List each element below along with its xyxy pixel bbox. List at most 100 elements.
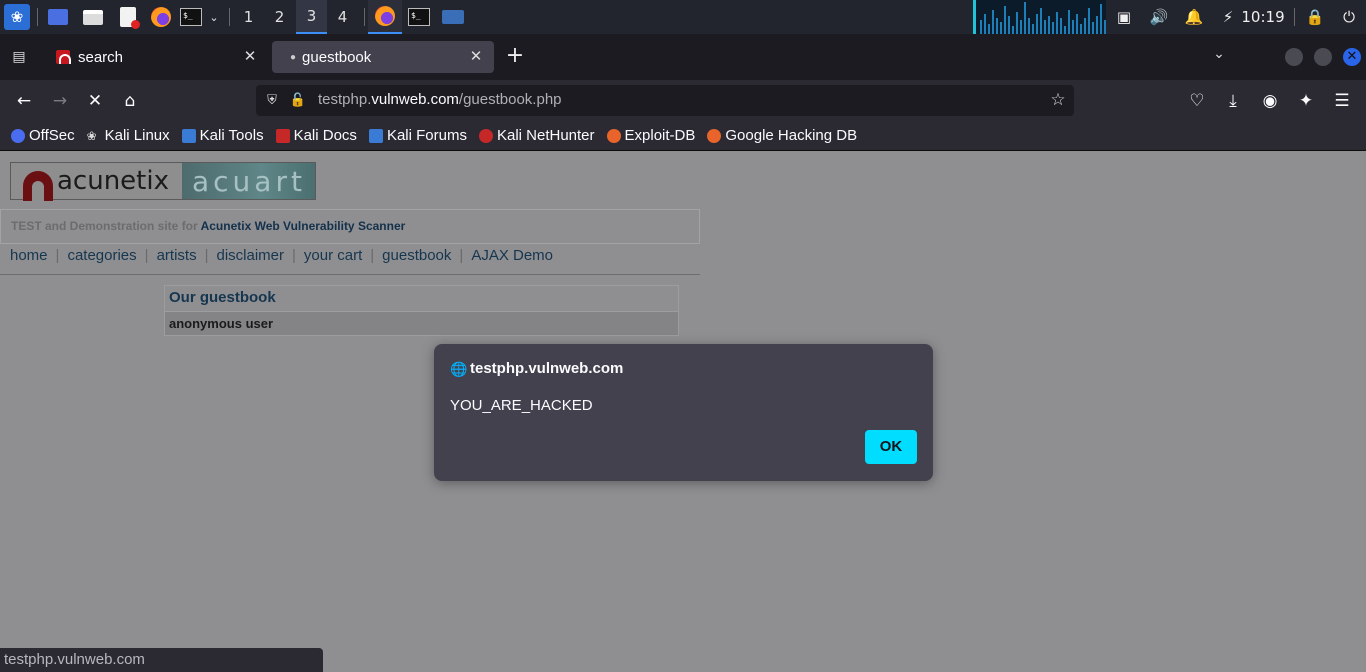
terminal-launcher[interactable]: $_	[180, 0, 202, 34]
file-manager-launcher[interactable]	[82, 0, 104, 34]
arrow-left-icon: ←	[16, 91, 32, 111]
close-tab-icon[interactable]: ✕	[240, 47, 260, 67]
kali-docs-icon	[275, 128, 290, 143]
account-icon: ◉	[1262, 91, 1278, 111]
bookmark-kali-linux[interactable]: ❀ Kali Linux	[87, 127, 170, 144]
menu-categories[interactable]: categories	[67, 247, 136, 264]
task-terminal[interactable]: $_	[402, 0, 436, 34]
kali-menu-button[interactable]: ❀	[3, 0, 31, 34]
power-icon: ⏻	[1343, 8, 1355, 26]
workspace-1[interactable]: 1	[233, 0, 264, 34]
logout-button[interactable]: ⏻	[1338, 0, 1360, 34]
task-firefox[interactable]	[368, 0, 402, 34]
bookmark-offsec[interactable]: OffSec	[11, 127, 75, 144]
minimize-window-button[interactable]	[1285, 48, 1303, 66]
menu-ajax-demo[interactable]: AJAX Demo	[471, 247, 553, 264]
firefox-view-button[interactable]: ▤	[8, 46, 30, 68]
lock-icon: 🔒	[1305, 8, 1325, 26]
acunetix-arch-icon	[23, 166, 53, 201]
battery-charging-icon: ⚡	[1222, 8, 1234, 26]
home-button[interactable]: ⌂	[117, 88, 143, 114]
notifications-button[interactable]: 🔔	[1183, 0, 1205, 34]
bookmark-label: Kali Docs	[293, 127, 357, 144]
extensions-button[interactable]: ✦	[1293, 88, 1319, 114]
firefox-icon	[375, 6, 395, 26]
terminal-icon: $_	[408, 8, 430, 26]
new-tab-button[interactable]: +	[503, 45, 527, 69]
lock-screen-button[interactable]: 🔒	[1304, 0, 1326, 34]
downloads-button[interactable]: ⤓	[1220, 88, 1246, 114]
bookmark-kali-nethunter[interactable]: Kali NetHunter	[478, 127, 595, 144]
forward-button[interactable]: →	[47, 88, 73, 114]
pocket-button[interactable]: ♡	[1184, 88, 1210, 114]
puzzle-icon: ✦	[1298, 91, 1314, 111]
menu-artists[interactable]: artists	[157, 247, 197, 264]
launcher-dropdown[interactable]: ⌄	[206, 0, 222, 34]
ok-button[interactable]: OK	[865, 430, 917, 464]
acunetix-logo: acunetix	[11, 163, 182, 201]
folder-icon	[83, 9, 103, 25]
bookmark-kali-docs[interactable]: Kali Docs	[275, 127, 357, 144]
address-bar[interactable]: ⛨ 🔓 testphp.vulnweb.com/guestbook.php ☆	[256, 85, 1074, 116]
bookmark-exploit-db[interactable]: Exploit-DB	[606, 127, 696, 144]
maximize-window-button[interactable]	[1314, 48, 1332, 66]
bookmark-kali-forums[interactable]: Kali Forums	[368, 127, 467, 144]
bookmark-label: Kali Forums	[386, 127, 467, 144]
bookmark-google-hacking-db[interactable]: Google Hacking DB	[707, 127, 857, 144]
scanner-link[interactable]: Acunetix Web Vulnerability Scanner	[201, 219, 406, 233]
menu-separator: |	[204, 247, 209, 264]
close-tab-icon[interactable]: ✕	[466, 47, 486, 67]
back-button[interactable]: ←	[11, 88, 37, 114]
menu-separator: |	[370, 247, 375, 264]
menu-guestbook[interactable]: guestbook	[382, 247, 451, 264]
menu-your-cart[interactable]: your cart	[304, 247, 362, 264]
firefox-launcher[interactable]	[150, 0, 172, 34]
account-button[interactable]: ◉	[1257, 88, 1283, 114]
guestbook-box: Our guestbook anonymous user	[164, 285, 679, 336]
tab-search[interactable]: search ✕	[44, 41, 268, 73]
bookmark-kali-tools[interactable]: Kali Tools	[181, 127, 264, 144]
bookmark-label: Exploit-DB	[624, 127, 696, 144]
acunetix-wordmark: acunetix	[57, 166, 169, 196]
panel-separator	[229, 8, 230, 26]
tagline-text: TEST and Demonstration site for	[11, 219, 201, 233]
acunetix-favicon-icon	[56, 50, 71, 64]
alert-message: YOU_ARE_HACKED	[450, 397, 593, 414]
insecure-lock-icon[interactable]: 🔓	[289, 91, 307, 109]
speaker-icon: 🔊	[1149, 8, 1169, 26]
close-window-button[interactable]: ✕	[1343, 48, 1361, 66]
panel-separator	[1294, 8, 1295, 26]
url-path: /guestbook.php	[458, 91, 562, 108]
bookmarks-toolbar: OffSec ❀ Kali Linux Kali Tools Kali Docs …	[0, 121, 1366, 151]
bookmark-star-icon[interactable]: ☆	[1048, 90, 1068, 110]
task-file-manager[interactable]	[436, 0, 470, 34]
menu-disclaimer[interactable]: disclaimer	[216, 247, 284, 264]
tab-bar: ▤ search ✕ ● guestbook ✕ + ⌄ ✕	[0, 34, 1366, 80]
chevron-down-icon: ⌄	[209, 10, 219, 24]
tab-guestbook[interactable]: ● guestbook ✕	[272, 41, 494, 73]
menu-home[interactable]: home	[10, 247, 48, 264]
stop-loading-button[interactable]: ✕	[82, 88, 108, 114]
workspace-2[interactable]: 2	[264, 0, 295, 34]
clock[interactable]: 10:19	[1241, 0, 1284, 34]
url-text[interactable]: testphp.vulnweb.com/guestbook.php	[318, 91, 562, 108]
arrow-right-icon: →	[52, 91, 68, 111]
site-tagline: TEST and Demonstration site for Acunetix…	[0, 209, 700, 244]
site-menu: home | categories | artists | disclaimer | y…	[10, 247, 553, 264]
app-menu-button[interactable]: ☰	[1329, 88, 1355, 114]
workspace-3[interactable]: 3	[296, 0, 327, 34]
display-button[interactable]: ▣	[1113, 0, 1135, 34]
home-icon: ⌂	[124, 91, 136, 111]
workspace-4[interactable]: 4	[327, 0, 358, 34]
tab-title: guestbook	[302, 48, 372, 66]
power-button[interactable]: ⚡	[1217, 0, 1239, 34]
list-all-tabs-button[interactable]: ⌄	[1208, 46, 1230, 68]
site-logo[interactable]: acunetix acuart	[10, 162, 316, 201]
panel-separator	[364, 8, 365, 26]
text-editor-launcher[interactable]	[117, 0, 140, 34]
tracking-protection-shield-icon[interactable]: ⛨	[263, 91, 281, 109]
volume-button[interactable]: 🔊	[1148, 0, 1170, 34]
show-desktop-button[interactable]	[47, 0, 69, 34]
acuart-wordmark: acuart	[192, 164, 306, 198]
kali-dragon-icon: ❀	[86, 128, 97, 143]
